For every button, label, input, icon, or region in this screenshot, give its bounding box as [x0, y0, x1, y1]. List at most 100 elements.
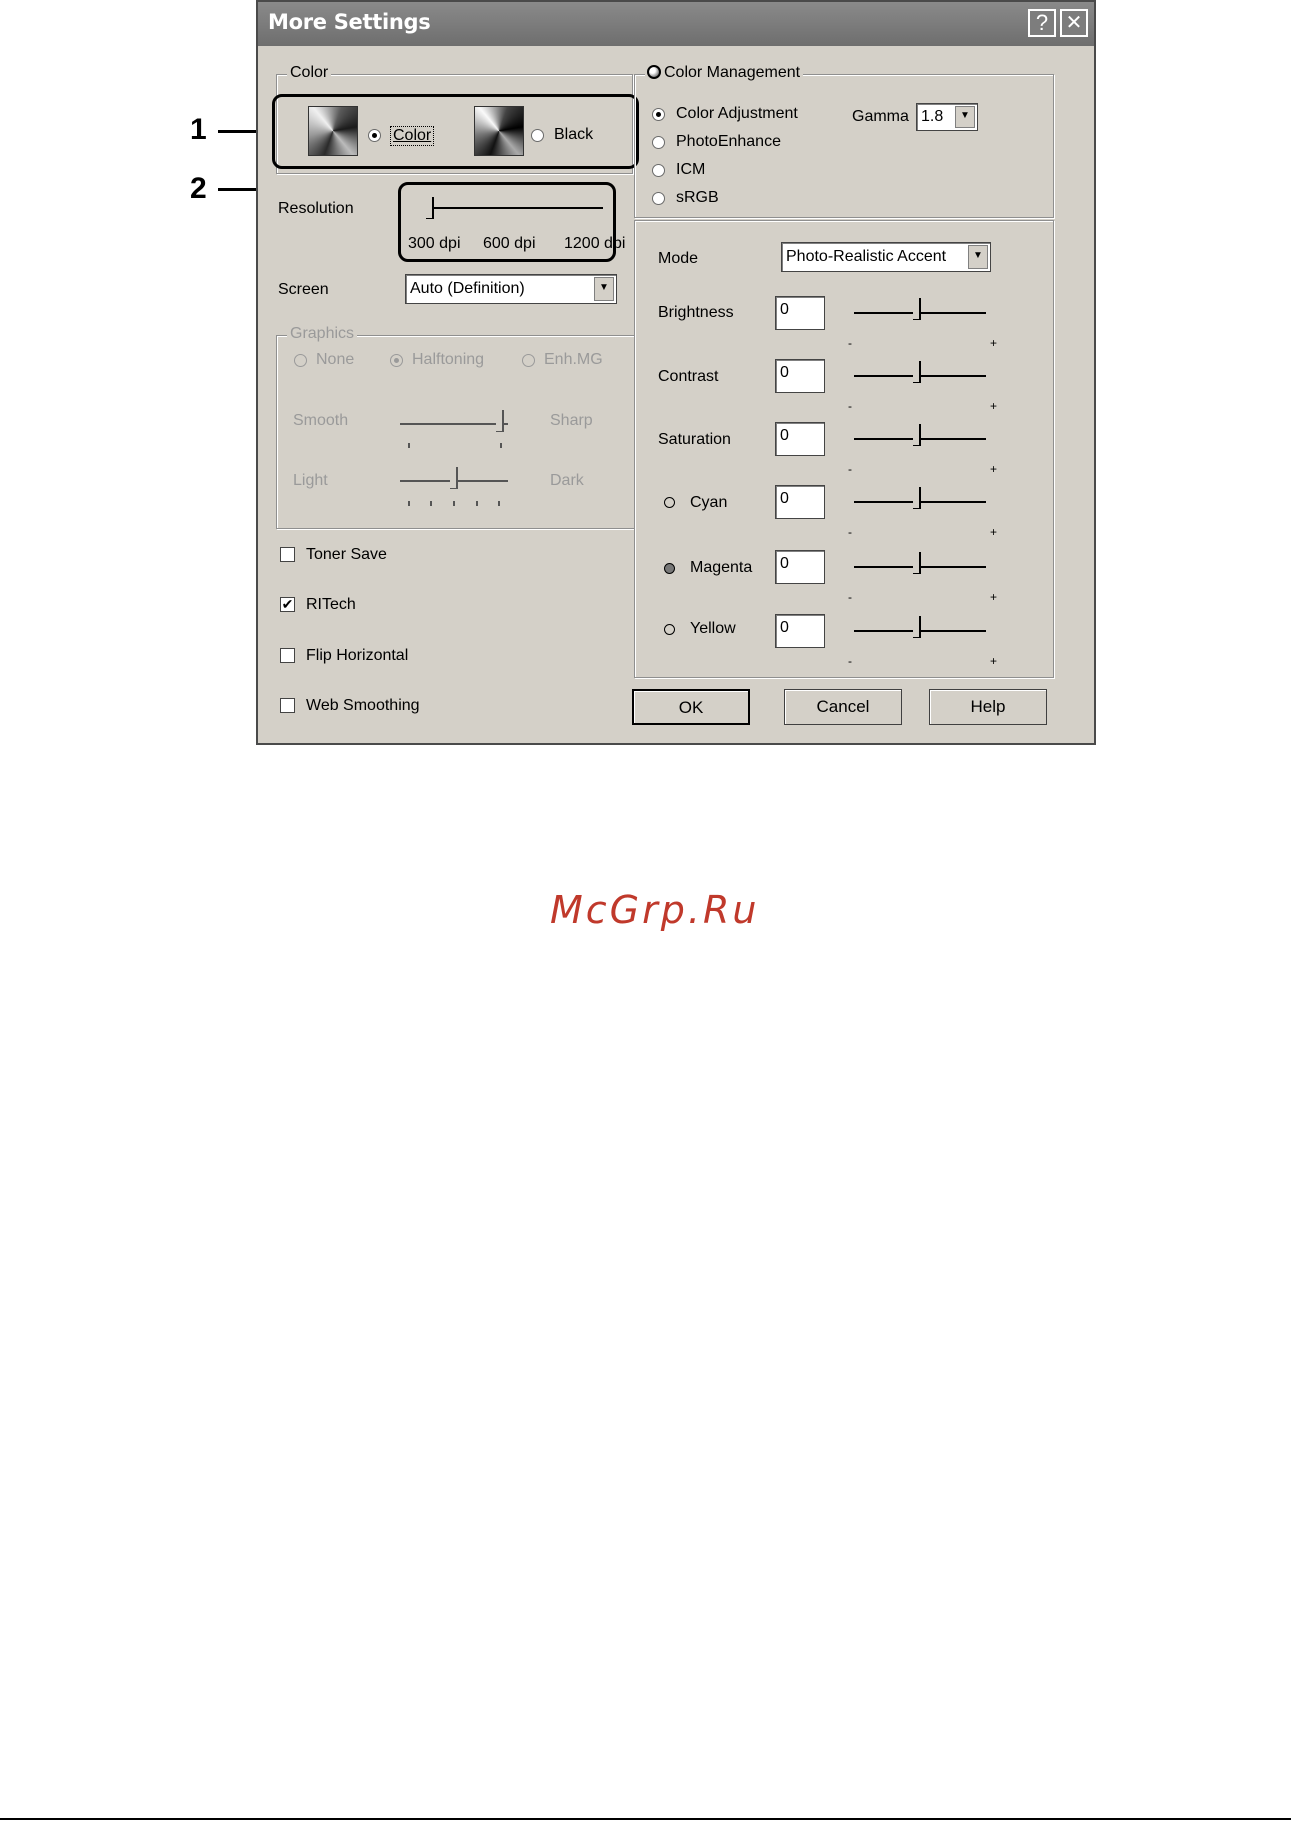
light-dark-tick: [430, 501, 432, 506]
cancel-button[interactable]: Cancel: [784, 689, 902, 725]
brightness-label: Brightness: [658, 304, 734, 321]
light-dark-tick: [476, 501, 478, 506]
smooth-sharp-tick: [500, 443, 502, 448]
web-smoothing-checkbox[interactable]: [280, 698, 295, 713]
contrast-slider-thumb[interactable]: [913, 361, 921, 383]
chevron-down-icon[interactable]: ▼: [968, 245, 988, 269]
yellow-minus: -: [848, 654, 852, 668]
watermark: McGrp.Ru: [550, 888, 760, 932]
annotation-1-box: [272, 94, 639, 169]
cyan-slider-thumb[interactable]: [913, 487, 921, 509]
cyan-circle-icon: [664, 497, 675, 508]
yellow-label: Yellow: [690, 620, 736, 637]
light-dark-tick: [453, 501, 455, 506]
annotation-2-number: 2: [190, 172, 207, 205]
title-bar: More Settings ? ✕: [258, 2, 1094, 46]
cyan-plus: +: [990, 525, 998, 539]
gamma-dropdown[interactable]: 1.8 ▼: [916, 103, 978, 131]
more-settings-dialog: More Settings ? ✕ Color Color Black Reso…: [256, 0, 1096, 745]
graphics-none-radio[interactable]: [294, 354, 307, 367]
color-adjustment-label[interactable]: Color Adjustment: [676, 105, 798, 123]
saturation-slider-thumb[interactable]: [913, 424, 921, 446]
smooth-label: Smooth: [293, 412, 349, 429]
light-dark-slider-thumb[interactable]: [450, 467, 458, 489]
light-dark-tick: [498, 501, 500, 506]
cyan-label: Cyan: [690, 494, 728, 511]
brightness-plus: +: [990, 336, 998, 350]
screen-dropdown-value: Auto (Definition): [410, 280, 525, 297]
contrast-minus: -: [848, 399, 852, 413]
ritech-label[interactable]: RITech: [306, 596, 356, 614]
ok-button[interactable]: OK: [632, 689, 750, 725]
flip-horizontal-label[interactable]: Flip Horizontal: [306, 647, 408, 665]
gamma-dropdown-value: 1.8: [921, 108, 944, 125]
resolution-label: Resolution: [278, 200, 354, 217]
photoenhance-label[interactable]: PhotoEnhance: [676, 133, 781, 151]
graphics-halftoning-label[interactable]: Halftoning: [412, 351, 484, 369]
contrast-input[interactable]: 0: [775, 359, 825, 393]
close-button[interactable]: ✕: [1060, 9, 1088, 37]
yellow-circle-icon: [664, 624, 675, 635]
help-button[interactable]: Help: [929, 689, 1047, 725]
smooth-sharp-tick: [408, 443, 410, 448]
color-management-label-text: Color Management: [664, 64, 801, 81]
srgb-label[interactable]: sRGB: [676, 189, 719, 207]
color-management-label: Color Management: [645, 64, 804, 82]
graphics-enhmg-radio[interactable]: [522, 354, 535, 367]
contrast-label: Contrast: [658, 368, 719, 385]
photoenhance-radio[interactable]: [652, 136, 665, 149]
color-management-icon: [647, 65, 661, 79]
annotation-1-number: 1: [190, 113, 207, 146]
saturation-plus: +: [990, 462, 998, 476]
annotation-2-box: [398, 182, 616, 262]
magenta-minus: -: [848, 590, 852, 604]
graphics-enhmg-label[interactable]: Enh.MG: [544, 351, 603, 369]
color-group-label: Color: [287, 64, 332, 82]
contrast-plus: +: [990, 399, 998, 413]
light-dark-tick: [408, 501, 410, 506]
brightness-input[interactable]: 0: [775, 296, 825, 330]
magenta-slider-thumb[interactable]: [913, 552, 921, 574]
dialog-title: More Settings: [268, 10, 431, 34]
smooth-sharp-slider-thumb[interactable]: [496, 410, 504, 432]
toner-save-checkbox[interactable]: [280, 547, 295, 562]
color-adjustment-radio[interactable]: [652, 108, 665, 121]
flip-horizontal-checkbox[interactable]: [280, 648, 295, 663]
toner-save-label[interactable]: Toner Save: [306, 546, 387, 564]
ritech-checkbox[interactable]: ✔: [280, 597, 295, 612]
cyan-minus: -: [848, 525, 852, 539]
icm-radio[interactable]: [652, 164, 665, 177]
mode-dropdown-value: Photo-Realistic Accent: [786, 248, 947, 265]
adjustment-panel: [634, 220, 1054, 678]
yellow-input[interactable]: 0: [775, 614, 825, 648]
mode-dropdown[interactable]: Photo-Realistic Accent ▼: [781, 242, 991, 272]
brightness-slider-thumb[interactable]: [913, 298, 921, 320]
chevron-down-icon[interactable]: ▼: [594, 277, 614, 301]
magenta-plus: +: [990, 590, 998, 604]
magenta-input[interactable]: 0: [775, 550, 825, 584]
srgb-radio[interactable]: [652, 192, 665, 205]
graphics-group-label: Graphics: [287, 325, 358, 343]
sharp-label: Sharp: [550, 412, 593, 429]
smooth-sharp-slider-track[interactable]: [400, 423, 508, 425]
graphics-halftoning-radio[interactable]: [390, 354, 403, 367]
yellow-slider-thumb[interactable]: [913, 616, 921, 638]
chevron-down-icon[interactable]: ▼: [955, 106, 975, 128]
saturation-input[interactable]: 0: [775, 422, 825, 456]
help-title-button[interactable]: ?: [1028, 9, 1056, 37]
screen-dropdown[interactable]: Auto (Definition) ▼: [405, 274, 617, 304]
bottom-rule: [0, 1818, 1291, 1820]
screen-label: Screen: [278, 281, 329, 298]
dark-label: Dark: [550, 472, 584, 489]
web-smoothing-label[interactable]: Web Smoothing: [306, 697, 420, 715]
graphics-none-label[interactable]: None: [316, 351, 354, 369]
saturation-label: Saturation: [658, 431, 731, 448]
icm-label[interactable]: ICM: [676, 161, 705, 179]
light-label: Light: [293, 472, 328, 489]
gamma-label: Gamma: [852, 108, 909, 125]
magenta-circle-icon: [664, 563, 675, 574]
cyan-input[interactable]: 0: [775, 485, 825, 519]
mode-label: Mode: [658, 250, 699, 267]
saturation-minus: -: [848, 462, 852, 476]
brightness-minus: -: [848, 336, 852, 350]
